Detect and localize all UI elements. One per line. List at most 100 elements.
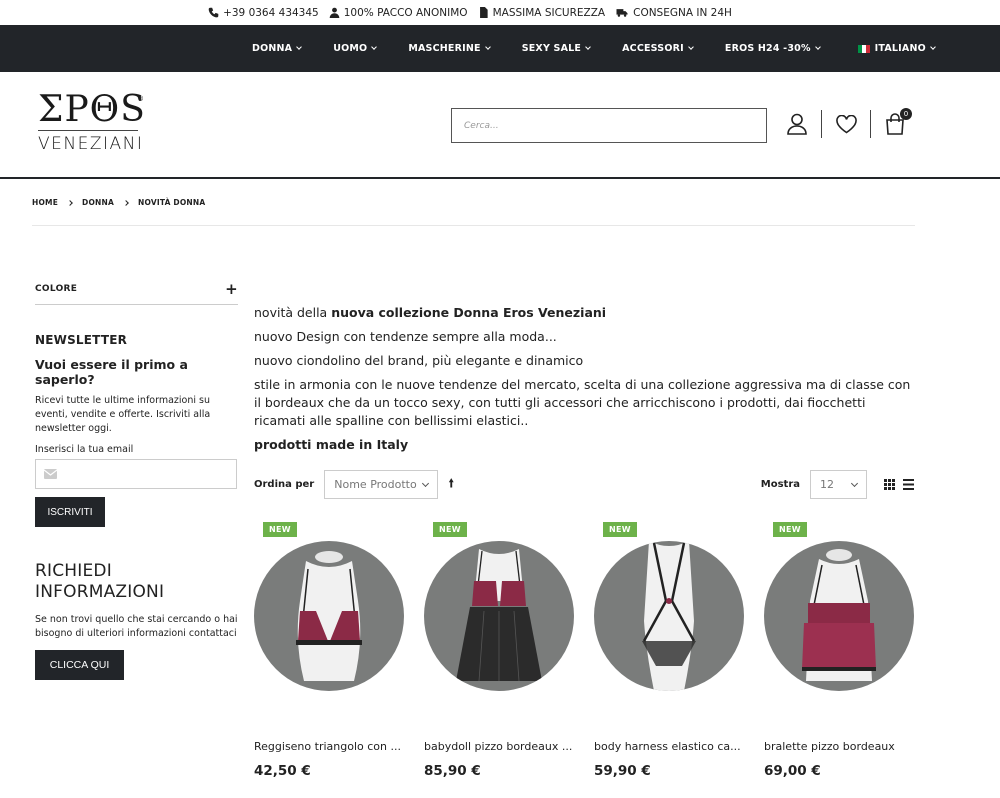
show-count-group: Mostra 12 (761, 470, 914, 499)
product-card[interactable]: NEW babydoll pizzo bordeaux ... 85,90 € (424, 520, 576, 779)
nav-label: UOMO (333, 43, 368, 54)
product-card[interactable]: NEW bralette pizzo bordeaux 69,00 € (764, 520, 916, 779)
made-in-italy-text: prodotti made in Italy (254, 437, 409, 452)
product-name[interactable]: bralette pizzo bordeaux (764, 740, 916, 753)
nav-label: EROS H24 -30% (724, 43, 811, 54)
filter-color-label: COLORE (35, 284, 78, 294)
registered-icon: ® (137, 95, 144, 103)
search-input[interactable]: Cerca... (451, 108, 767, 143)
intro-line-1-prefix: novità della (254, 305, 332, 320)
header-separator (870, 110, 871, 138)
top-info-bar: +39 0364 434345 100% PACCO ANONIMO MASSI… (0, 0, 1000, 25)
product-image[interactable] (764, 541, 914, 691)
user-icon (329, 7, 340, 18)
security-info: MASSIMA SICUREZZA (478, 6, 606, 19)
intro-line-1-bold: nuova collezione Donna Eros Veneziani (331, 305, 607, 320)
subscribe-button[interactable]: ISCRIVITI (35, 497, 105, 527)
grid-view-icon[interactable] (884, 479, 895, 490)
newsletter-title: NEWSLETTER (35, 333, 128, 347)
intro-line-3: nuovo ciondolino del brand, più elegante… (254, 353, 584, 368)
request-info-text: Se non trovi quello che stai cercando o … (35, 614, 238, 639)
truck-icon (616, 9, 628, 17)
product-price: 42,50 € (254, 763, 311, 779)
header-actions: 0 (785, 108, 912, 138)
nav-item-mascherine[interactable]: MASCHERINE (408, 43, 491, 54)
chevron-down-icon (296, 44, 303, 50)
site-header: ΣΡΘS ® VENEZIANI Cerca... 0 (0, 72, 1000, 179)
product-price: 85,90 € (424, 763, 481, 779)
language-label: ITALIANO (874, 43, 926, 54)
breadcrumb: HOME DONNA NOVITÀ DONNA (32, 198, 205, 207)
product-image[interactable] (254, 541, 404, 691)
email-field[interactable] (35, 459, 237, 489)
request-info-title: RICHIEDI INFORMAZIONI (35, 561, 165, 602)
chevron-down-icon (930, 44, 936, 50)
anonymous-package-info: 100% PACCO ANONIMO (329, 7, 468, 19)
sort-value: Nome Prodotto (334, 478, 417, 491)
list-view-icon[interactable] (903, 479, 914, 490)
chevron-down-icon (371, 44, 378, 50)
intro-line-5: prodotti made in Italy (254, 436, 914, 454)
product-name[interactable]: Reggiseno triangolo con ... (254, 740, 406, 753)
cart-icon[interactable]: 0 (883, 108, 912, 136)
security-text: MASSIMA SICUREZZA (492, 6, 606, 19)
wishlist-heart-icon[interactable] (834, 112, 858, 136)
phone-info[interactable]: +39 0364 434345 (208, 7, 319, 19)
sort-select[interactable]: Nome Prodotto (324, 470, 439, 499)
product-photo-harness-icon (642, 541, 696, 691)
nav-item-accessori[interactable]: ACCESSORI (622, 43, 694, 54)
show-label: Mostra (760, 479, 800, 490)
account-icon[interactable] (785, 112, 809, 136)
product-card[interactable]: NEW body harness elastico ca... 59,90 € (594, 520, 746, 779)
nav-item-sexy-sale[interactable]: SEXY SALE (521, 43, 591, 54)
product-name[interactable]: babydoll pizzo bordeaux ... (424, 740, 576, 753)
intro-line-2: nuovo Design con tendenze sempre alla mo… (254, 329, 557, 344)
sidebar: COLORE + NEWSLETTER Vuoi essere il primo… (35, 280, 238, 680)
show-count-value: 12 (820, 478, 834, 491)
product-photo-babydoll-icon (456, 549, 542, 682)
breadcrumb-donna[interactable]: DONNA (82, 198, 114, 207)
site-logo[interactable]: ΣΡΘS ® VENEZIANI (38, 92, 148, 158)
filter-color-toggle[interactable]: COLORE + (35, 280, 238, 305)
logo-wordmark-top: ΣΡΘS (38, 89, 146, 130)
nav-label: MASCHERINE (408, 43, 481, 54)
chevron-down-icon (814, 44, 821, 50)
product-price: 69,00 € (764, 763, 821, 779)
nav-item-eros-h24[interactable]: EROS H24 -30% (724, 43, 821, 54)
product-name[interactable]: body harness elastico ca... (594, 740, 746, 753)
chevron-down-icon (850, 479, 859, 487)
cart-count-badge: 0 (900, 108, 912, 120)
chevron-down-icon (422, 479, 430, 487)
logo-wordmark-bottom: VENEZIANI (38, 134, 144, 154)
nav-label: ACCESSORI (622, 43, 684, 54)
nav-item-donna[interactable]: DONNA (252, 43, 303, 54)
click-here-button[interactable]: CLICCA QUI (35, 650, 124, 680)
product-image[interactable] (424, 541, 574, 691)
breadcrumb-divider (32, 225, 915, 226)
product-card[interactable]: NEW Reggiseno triangolo con ... 42,50 € (254, 520, 406, 779)
intro-line-4: stile in armonia con le nuove tendenze d… (254, 377, 911, 428)
category-description: novità della nuova collezione Donna Eros… (254, 304, 914, 460)
show-count-select[interactable]: 12 (810, 470, 867, 499)
new-badge: NEW (603, 522, 637, 537)
main-nav: DONNA UOMO MASCHERINE SEXY SALE ACCESSOR… (0, 25, 1000, 72)
nav-label: DONNA (252, 43, 293, 54)
nav-label: SEXY SALE (521, 43, 582, 54)
chevron-right-icon (67, 199, 73, 206)
product-photo-bralette-icon (802, 549, 876, 681)
nav-item-uomo[interactable]: UOMO (333, 43, 378, 54)
chevron-right-icon (123, 199, 129, 206)
delivery-text: CONSEGNA IN 24H (633, 6, 732, 19)
sort-direction-arrow-icon[interactable]: 🠙 (448, 474, 454, 495)
breadcrumb-current: NOVITÀ DONNA (138, 198, 206, 207)
breadcrumb-home[interactable]: HOME (32, 198, 58, 207)
email-label: Inserisci la tua email (35, 444, 134, 455)
product-image[interactable] (594, 541, 744, 691)
envelope-icon (44, 469, 57, 479)
language-selector[interactable]: ITALIANO (857, 43, 936, 54)
product-price: 59,90 € (594, 763, 651, 779)
intro-line-1: novità della nuova collezione Donna Eros… (254, 304, 914, 322)
product-photo-bra-icon (296, 551, 362, 681)
newsletter-subtitle: Vuoi essere il primo a saperlo? (35, 357, 188, 387)
chevron-down-icon (585, 44, 591, 50)
